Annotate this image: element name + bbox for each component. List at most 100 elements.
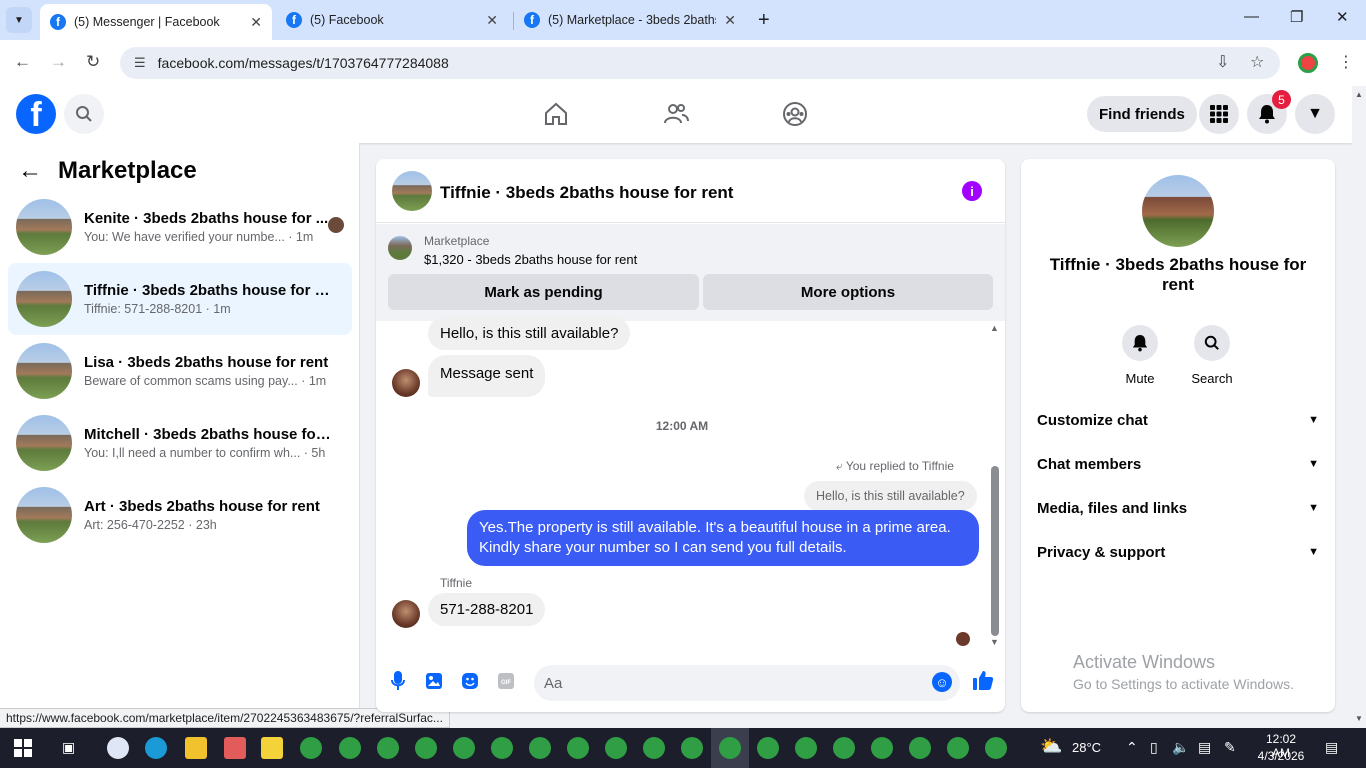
chrome-active-icon[interactable] bbox=[719, 737, 741, 759]
photo-icon[interactable] bbox=[424, 671, 444, 691]
chrome-profile-icon[interactable] bbox=[377, 737, 399, 759]
scroll-up-icon[interactable]: ▲ bbox=[1355, 90, 1363, 99]
chrome-profile-icon[interactable] bbox=[795, 737, 817, 759]
thread-scrollbar[interactable]: ▲ ▼ bbox=[990, 321, 1000, 651]
bell-icon[interactable] bbox=[1122, 325, 1158, 361]
chat-title[interactable]: Tiffnie · 3beds 2baths house for rent bbox=[440, 183, 733, 203]
find-friends-button[interactable]: Find friends bbox=[1087, 96, 1197, 132]
chrome-profile-icon[interactable] bbox=[909, 737, 931, 759]
emoji-icon[interactable]: ☺ bbox=[932, 672, 952, 692]
more-options-button[interactable]: More options bbox=[703, 274, 993, 310]
chrome-profile-icon[interactable] bbox=[757, 737, 779, 759]
friends-icon[interactable] bbox=[662, 100, 690, 128]
listing-price-title[interactable]: $1,320 - 3beds 2baths house for rent bbox=[424, 252, 637, 267]
chrome-profile-icon[interactable] bbox=[567, 737, 589, 759]
url-field[interactable]: ☰ facebook.com/messages/t/17037647772840… bbox=[120, 47, 1280, 79]
conversation-item[interactable]: Art · 3beds 2baths house for rent Art: 2… bbox=[8, 479, 352, 551]
gif-icon[interactable]: GIF bbox=[496, 671, 516, 691]
browser-menu-icon[interactable]: ⋮ bbox=[1338, 52, 1354, 72]
back-arrow-icon[interactable]: ← bbox=[14, 52, 31, 72]
file-explorer-icon[interactable] bbox=[185, 737, 207, 759]
tab-marketplace[interactable]: f (5) Marketplace - 3beds 2baths ✕ bbox=[514, 4, 746, 36]
home-icon[interactable] bbox=[542, 100, 570, 128]
chrome-profile-icon[interactable] bbox=[681, 737, 703, 759]
sticky-notes-icon[interactable] bbox=[261, 737, 283, 759]
sender-avatar[interactable] bbox=[392, 600, 420, 628]
scroll-down-icon[interactable]: ▼ bbox=[990, 637, 999, 647]
microphone-icon[interactable] bbox=[388, 671, 408, 691]
install-app-icon[interactable]: ⇩ bbox=[1216, 52, 1229, 72]
profile-avatar[interactable] bbox=[1298, 53, 1318, 73]
page-scrollbar[interactable]: ▲ ▼ bbox=[1352, 86, 1366, 728]
site-settings-icon[interactable]: ☰ bbox=[134, 55, 146, 71]
scroll-up-icon[interactable]: ▲ bbox=[990, 323, 999, 333]
chrome-profile-icon[interactable] bbox=[339, 737, 361, 759]
tab-messenger[interactable]: f (5) Messenger | Facebook ✕ bbox=[40, 4, 272, 40]
chat-listing-thumbnail[interactable] bbox=[392, 171, 432, 211]
search-action[interactable]: Search bbox=[1182, 325, 1242, 386]
account-dropdown-icon[interactable]: ▼ bbox=[1295, 94, 1335, 134]
chrome-profile-icon[interactable] bbox=[833, 737, 855, 759]
back-arrow-icon[interactable]: ← bbox=[18, 157, 42, 185]
tab-facebook[interactable]: f (5) Facebook ✕ bbox=[276, 4, 508, 36]
restore-icon[interactable]: ❐ bbox=[1290, 8, 1303, 26]
message-input[interactable]: Aa bbox=[534, 665, 960, 701]
media-files-links-section[interactable]: Media, files and links ▼ bbox=[1037, 496, 1319, 520]
chrome-profile-icon[interactable] bbox=[947, 737, 969, 759]
chrome-profile-icon[interactable] bbox=[605, 737, 627, 759]
minimize-icon[interactable]: — bbox=[1244, 8, 1259, 25]
close-window-icon[interactable]: ✕ bbox=[1336, 8, 1349, 26]
thumbs-up-icon[interactable] bbox=[972, 669, 994, 697]
conversation-item[interactable]: Kenite · 3beds 2baths house for ... You:… bbox=[8, 191, 352, 263]
notification-center-icon[interactable]: ▤ bbox=[1325, 739, 1338, 756]
chat-members-section[interactable]: Chat members ▼ bbox=[1037, 452, 1319, 476]
groups-icon[interactable] bbox=[781, 100, 809, 128]
edge-icon[interactable] bbox=[145, 737, 167, 759]
scroll-down-icon[interactable]: ▼ bbox=[1355, 714, 1363, 723]
windows-start-icon[interactable] bbox=[14, 739, 32, 757]
search-icon[interactable] bbox=[64, 94, 104, 134]
close-tab-icon[interactable]: ✕ bbox=[486, 12, 498, 29]
scrollbar-thumb[interactable] bbox=[991, 466, 999, 636]
conversation-item[interactable]: Tiffnie · 3beds 2baths house for rent Ti… bbox=[8, 263, 352, 335]
chrome-profile-icon[interactable] bbox=[415, 737, 437, 759]
reload-icon[interactable]: ↻ bbox=[86, 52, 100, 72]
quoted-message[interactable]: Hello, is this still available? bbox=[804, 481, 977, 511]
battery-icon[interactable]: ▯ bbox=[1150, 739, 1158, 756]
network-icon[interactable]: ▤ bbox=[1198, 739, 1211, 756]
bookmark-star-icon[interactable]: ☆ bbox=[1250, 52, 1264, 72]
chrome-profile-icon[interactable] bbox=[985, 737, 1007, 759]
incoming-message[interactable]: Message sent bbox=[428, 355, 546, 397]
search-icon[interactable] bbox=[1194, 325, 1230, 361]
chevron-up-icon[interactable]: ⌃ bbox=[1126, 739, 1138, 756]
pen-icon[interactable]: ✎ bbox=[1224, 739, 1236, 756]
security-app-icon[interactable] bbox=[107, 737, 129, 759]
clock-date[interactable]: 4/3/2026 bbox=[1256, 749, 1306, 763]
chrome-profile-icon[interactable] bbox=[871, 737, 893, 759]
chrome-profile-icon[interactable] bbox=[643, 737, 665, 759]
sticker-icon[interactable] bbox=[460, 671, 480, 691]
menu-grid-icon[interactable] bbox=[1199, 94, 1239, 134]
temperature[interactable]: 28°C bbox=[1072, 740, 1101, 755]
chrome-profile-icon[interactable] bbox=[453, 737, 475, 759]
task-view-icon[interactable]: ▣ bbox=[62, 739, 75, 756]
info-icon[interactable]: i bbox=[962, 181, 982, 201]
close-tab-icon[interactable]: ✕ bbox=[724, 12, 736, 29]
volume-icon[interactable]: 🔈 bbox=[1172, 739, 1189, 756]
outgoing-message[interactable]: Yes.The property is still available. It'… bbox=[467, 510, 979, 566]
incoming-message[interactable]: Hello, is this still available? bbox=[428, 317, 631, 350]
customize-chat-section[interactable]: Customize chat ▼ bbox=[1037, 408, 1319, 432]
mute-action[interactable]: Mute bbox=[1110, 325, 1170, 386]
privacy-support-section[interactable]: Privacy & support ▼ bbox=[1037, 540, 1319, 564]
incoming-message[interactable]: 571-288-8201 bbox=[428, 593, 546, 626]
chrome-icon[interactable] bbox=[300, 737, 322, 759]
mark-as-pending-button[interactable]: Mark as pending bbox=[388, 274, 699, 310]
close-tab-icon[interactable]: ✕ bbox=[250, 14, 262, 31]
chrome-profile-icon[interactable] bbox=[529, 737, 551, 759]
conversation-item[interactable]: Mitchell · 3beds 2baths house for r... Y… bbox=[8, 407, 352, 479]
forward-arrow-icon[interactable]: → bbox=[50, 52, 67, 72]
conversation-item[interactable]: Lisa · 3beds 2baths house for rent Bewar… bbox=[8, 335, 352, 407]
listing-avatar[interactable] bbox=[1142, 175, 1214, 247]
tab-search-button[interactable]: ▼ bbox=[6, 7, 32, 33]
weather-icon[interactable]: ⛅ bbox=[1040, 736, 1062, 757]
